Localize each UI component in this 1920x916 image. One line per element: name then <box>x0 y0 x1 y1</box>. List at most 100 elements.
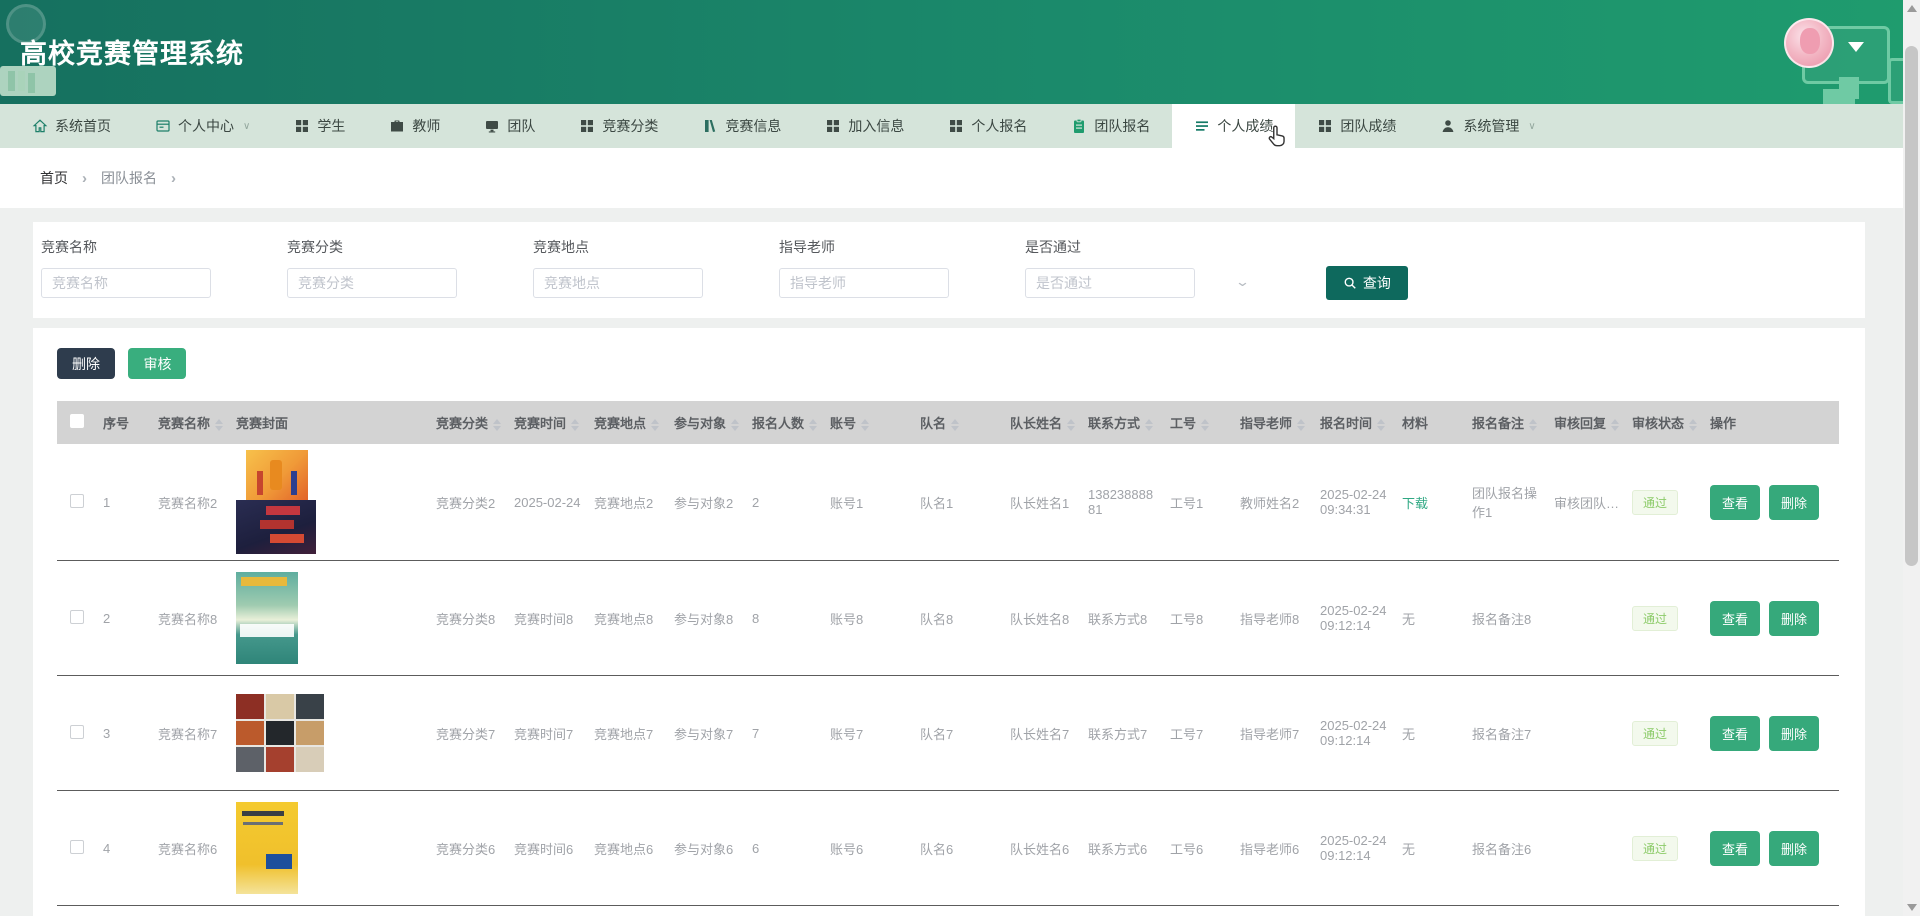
search-button[interactable]: 查询 <box>1326 266 1408 300</box>
material-text: 无 <box>1402 727 1415 742</box>
nav-item-2[interactable]: 个人中心∨ <box>133 104 272 148</box>
row-checkbox[interactable] <box>70 725 84 739</box>
scrollbar-thumb[interactable] <box>1905 46 1918 566</box>
column-header-label: 材料 <box>1402 416 1428 431</box>
cell-cover <box>230 444 430 561</box>
column-header-label: 联系方式 <box>1088 416 1140 431</box>
nav-item-11[interactable]: 个人成绩 <box>1172 104 1295 148</box>
cell-material: 无 <box>1396 791 1466 906</box>
delete-button[interactable]: 删除 <box>1769 601 1819 636</box>
view-button[interactable]: 查看 <box>1710 831 1760 866</box>
filter-label: 是否通过 <box>1025 237 1195 257</box>
column-header-14[interactable]: 指导老师 <box>1234 401 1314 444</box>
nav-item-label: 个人成绩 <box>1217 116 1273 136</box>
breadcrumb-current[interactable]: 团队报名 <box>101 168 157 188</box>
page-scrollbar <box>1903 0 1920 916</box>
cell-index: 2 <box>97 561 152 676</box>
user-avatar[interactable] <box>1784 18 1834 68</box>
column-header-13[interactable]: 工号 <box>1164 401 1234 444</box>
column-header-3: 竞赛封面 <box>230 401 430 444</box>
cell-note: 报名备注8 <box>1466 561 1548 676</box>
cell-category: 竞赛分类7 <box>430 676 508 791</box>
nav-item-7[interactable]: 竞赛信息 <box>680 104 803 148</box>
nav-item-13[interactable]: 系统管理∨ <box>1418 104 1557 148</box>
nav-item-10[interactable]: 团队报名 <box>1049 104 1172 148</box>
column-header-8[interactable]: 报名人数 <box>746 401 824 444</box>
view-button[interactable]: 查看 <box>1710 601 1760 636</box>
delete-button[interactable]: 删除 <box>1769 716 1819 751</box>
view-button[interactable]: 查看 <box>1710 485 1760 520</box>
cell-note: 报名备注6 <box>1466 791 1548 906</box>
download-link[interactable]: 下载 <box>1402 496 1428 511</box>
filter-input-3[interactable] <box>533 268 703 298</box>
cell-name: 竞赛名称6 <box>152 791 230 906</box>
briefcase-icon <box>389 118 405 134</box>
cell-status: 通过 <box>1626 791 1704 906</box>
table-panel: 删除 审核 序号竞赛名称竞赛封面竞赛分类竞赛时间竞赛地点参与对象报名人数账号队名… <box>33 328 1865 916</box>
poster-bottom <box>236 500 316 554</box>
clipboard-icon <box>1071 118 1087 134</box>
bulk-delete-button[interactable]: 删除 <box>57 348 115 379</box>
competition-cover-image[interactable] <box>236 802 298 894</box>
column-header-5[interactable]: 竞赛时间 <box>508 401 588 444</box>
column-header-17[interactable]: 报名备注 <box>1466 401 1548 444</box>
column-header-label: 竞赛封面 <box>236 416 288 431</box>
sort-icon <box>1689 419 1697 431</box>
nav-item-5[interactable]: 团队 <box>462 104 557 148</box>
user-menu-caret-icon[interactable] <box>1848 42 1864 52</box>
nav-item-9[interactable]: 个人报名 <box>926 104 1049 148</box>
cell-time: 竞赛时间6 <box>508 791 588 906</box>
column-header-15[interactable]: 报名时间 <box>1314 401 1396 444</box>
nav-item-label: 个人报名 <box>971 116 1027 136</box>
column-header-label: 审核状态 <box>1632 416 1684 431</box>
cell-reply <box>1548 561 1626 676</box>
competition-cover-image[interactable] <box>236 450 328 554</box>
filter-input-2[interactable] <box>287 268 457 298</box>
column-header-label: 操作 <box>1710 416 1736 431</box>
row-checkbox[interactable] <box>70 840 84 854</box>
filter-input-4[interactable] <box>779 268 949 298</box>
column-header-2[interactable]: 竞赛名称 <box>152 401 230 444</box>
column-header-6[interactable]: 竞赛地点 <box>588 401 668 444</box>
cell-account: 账号7 <box>824 676 914 791</box>
cell-actions: 查看删除 <box>1704 561 1839 676</box>
breadcrumb-home[interactable]: 首页 <box>40 168 68 188</box>
nav-item-8[interactable]: 加入信息 <box>803 104 926 148</box>
status-badge: 通过 <box>1632 606 1678 631</box>
scroll-up-arrow-icon[interactable] <box>1907 5 1917 12</box>
filter-input-1[interactable] <box>41 268 211 298</box>
bulk-review-button[interactable]: 审核 <box>128 348 186 379</box>
row-checkbox[interactable] <box>70 610 84 624</box>
select-all-checkbox[interactable] <box>70 414 84 428</box>
competition-cover-image[interactable] <box>236 572 298 664</box>
column-header-18[interactable]: 审核回复 <box>1548 401 1626 444</box>
nav-item-12[interactable]: 团队成绩 <box>1295 104 1418 148</box>
panel-icon <box>155 118 171 134</box>
cell-teacher: 教师姓名2 <box>1234 444 1314 561</box>
column-header-11[interactable]: 队长姓名 <box>1004 401 1082 444</box>
column-header-9[interactable]: 账号 <box>824 401 914 444</box>
sort-icon <box>1611 419 1619 431</box>
column-header-19[interactable]: 审核状态 <box>1626 401 1704 444</box>
column-header-7[interactable]: 参与对象 <box>668 401 746 444</box>
row-checkbox[interactable] <box>70 494 84 508</box>
search-button-label: 查询 <box>1363 273 1391 293</box>
view-button[interactable]: 查看 <box>1710 716 1760 751</box>
nav-item-label: 加入信息 <box>848 116 904 136</box>
material-text: 无 <box>1402 612 1415 627</box>
column-header-10[interactable]: 队名 <box>914 401 1004 444</box>
nav-item-4[interactable]: 教师 <box>367 104 462 148</box>
nav-item-3[interactable]: 学生 <box>272 104 367 148</box>
delete-button[interactable]: 删除 <box>1769 831 1819 866</box>
scroll-down-arrow-icon[interactable] <box>1907 904 1917 911</box>
approve-select[interactable] <box>1025 268 1195 298</box>
sort-icon <box>493 419 501 431</box>
delete-button[interactable]: 删除 <box>1769 485 1819 520</box>
column-header-4[interactable]: 竞赛分类 <box>430 401 508 444</box>
competition-cover-image[interactable] <box>236 694 324 772</box>
nav-item-1[interactable]: 系统首页 <box>10 104 133 148</box>
cell-leader: 队长姓名6 <box>1004 791 1082 906</box>
column-header-12[interactable]: 联系方式 <box>1082 401 1164 444</box>
nav-item-label: 学生 <box>317 116 345 136</box>
nav-item-6[interactable]: 竞赛分类 <box>557 104 680 148</box>
